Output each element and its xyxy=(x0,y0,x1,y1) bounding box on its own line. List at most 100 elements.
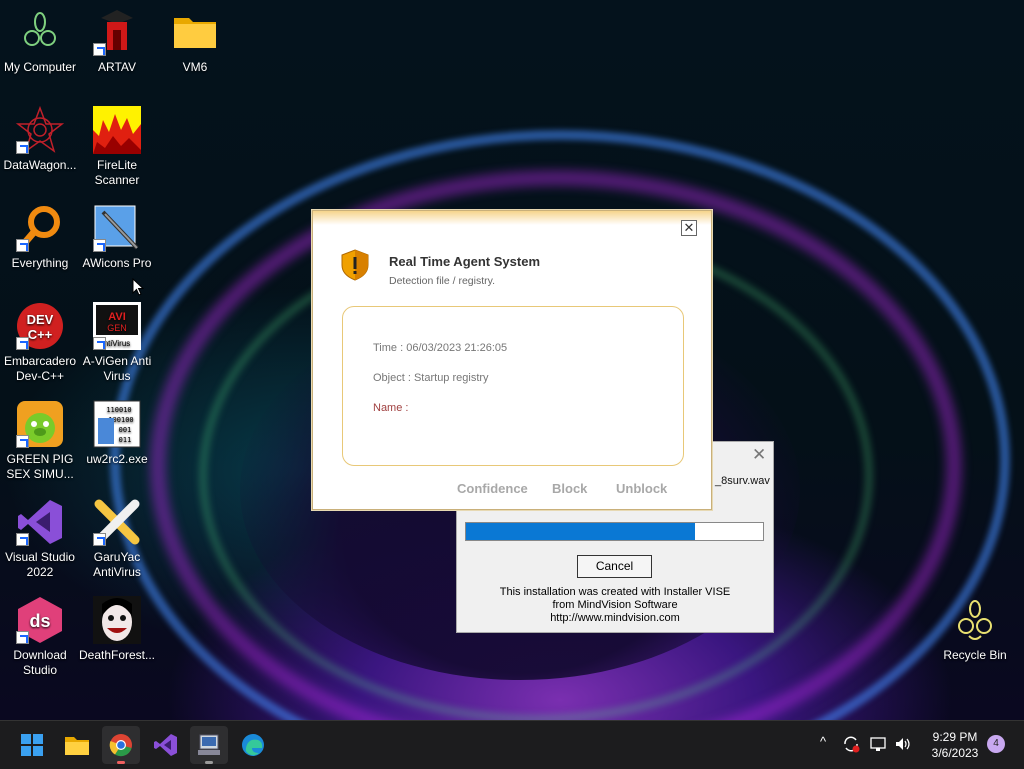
everything-icon xyxy=(16,204,64,252)
clock-time: 9:29 PM xyxy=(932,730,978,744)
installer-icon xyxy=(198,734,220,755)
devcpp-icon: DEV C++ xyxy=(16,302,64,350)
desktop-icon-deathforest[interactable]: DeathForest... xyxy=(77,588,157,663)
svg-text:001: 001 xyxy=(119,426,132,434)
dialog-subtitle: Detection file / registry. xyxy=(389,275,496,287)
file-explorer-icon xyxy=(65,737,89,755)
folder-icon xyxy=(171,8,219,56)
dialog-close-button[interactable]: ✕ xyxy=(681,220,697,236)
desktop-icon-label: GaruYac AntiVirus xyxy=(93,550,141,579)
dialog-title: Real Time Agent System xyxy=(389,254,540,269)
sync-alert-icon[interactable] xyxy=(842,735,860,753)
svg-text:ntiVirus: ntiVirus xyxy=(104,339,131,348)
desktop-icon-label: Download Studio xyxy=(13,648,67,677)
installer-info-text: This installation was created with Insta… xyxy=(457,586,773,625)
desktop-icon-my-computer[interactable]: My Computer xyxy=(0,0,80,75)
installer-info-line: from MindVision Software xyxy=(552,599,678,611)
desktop-icon-label: Embarcadero Dev-C++ xyxy=(3,354,77,383)
desktop-icon-label: DeathForest... xyxy=(78,648,156,662)
dialog-top-bar xyxy=(313,211,711,225)
desktop-icon-uw2rc2[interactable]: 110010 100100 001 011 uw2rc2.exe xyxy=(77,392,157,467)
my-computer-icon xyxy=(16,8,64,56)
desktop-icon-datawagon[interactable]: DataWagon... xyxy=(0,98,80,173)
chrome-icon xyxy=(109,734,132,757)
desktop-icon-label: GREEN PIG SEX SIMU... xyxy=(6,452,74,481)
svg-text:AVI: AVI xyxy=(108,311,126,323)
desktop-icon-visual-studio[interactable]: Visual Studio 2022 xyxy=(0,490,80,580)
mouse-cursor-icon xyxy=(132,278,144,296)
datawagon-icon xyxy=(15,105,65,154)
garuyac-icon xyxy=(93,498,141,546)
green-pig-icon xyxy=(16,400,64,448)
visual-studio-icon xyxy=(154,734,177,756)
recycle-bin-icon xyxy=(951,596,999,644)
svg-text:DEV: DEV xyxy=(27,312,54,327)
desktop-icon-label: FireLite Scanner xyxy=(94,158,140,187)
taskbar-clock[interactable]: 9:29 PM 3/6/2023 xyxy=(920,729,990,761)
awicons-icon xyxy=(93,204,141,252)
taskbar-edge[interactable] xyxy=(234,726,272,764)
notification-badge[interactable]: 4 xyxy=(987,735,1005,753)
installer-cancel-button[interactable]: Cancel xyxy=(577,555,652,578)
desktop-icon-label: uw2rc2.exe xyxy=(86,452,148,466)
desktop-icon-label: VM6 xyxy=(182,60,208,74)
desktop-icon-download-studio[interactable]: ds Download Studio xyxy=(0,588,80,678)
confidence-button[interactable]: Confidence xyxy=(457,481,528,496)
desktop-icon-label: AWicons Pro xyxy=(82,256,152,270)
desktop-icon-label: My Computer xyxy=(3,60,77,74)
taskbar-chrome[interactable] xyxy=(102,726,140,764)
start-button[interactable] xyxy=(13,726,51,764)
artav-icon xyxy=(93,8,141,56)
installer-progress-fill xyxy=(466,523,695,540)
visual-studio-icon xyxy=(16,498,64,546)
firelite-icon xyxy=(93,106,141,154)
desktop-icon-firelite[interactable]: FireLite Scanner xyxy=(77,98,157,188)
installer-close-button[interactable]: ✕ xyxy=(752,445,766,465)
svg-text:011: 011 xyxy=(119,436,132,444)
uw2rc2-icon: 110010 100100 001 011 xyxy=(93,400,141,448)
desktop-icon-label: Visual Studio 2022 xyxy=(5,550,75,579)
installer-progress-bar xyxy=(465,522,764,541)
desktop-icon-avigen[interactable]: AVI GEN ntiVirus A-ViGen Anti Virus xyxy=(77,294,157,384)
download-studio-icon: ds xyxy=(16,596,64,644)
detection-name: Name : xyxy=(373,402,409,414)
detection-object: Object : Startup registry xyxy=(373,372,489,384)
real-time-agent-dialog: ✕ Real Time Agent System Detection file … xyxy=(312,210,712,510)
avigen-icon: AVI GEN ntiVirus xyxy=(93,302,141,350)
desktop-icon-vm6[interactable]: VM6 xyxy=(155,0,235,75)
desktop-icon-recycle-bin[interactable]: Recycle Bin xyxy=(935,588,1015,663)
desktop-icon-awicons[interactable]: AWicons Pro xyxy=(77,196,157,271)
installer-filename: _8surv.wav xyxy=(715,475,770,487)
taskbar-file-explorer[interactable] xyxy=(58,726,96,764)
desktop-icon-label: A-ViGen Anti Virus xyxy=(82,354,152,383)
svg-text:C++: C++ xyxy=(28,327,53,342)
tray-overflow-chevron-icon[interactable]: ^ xyxy=(820,734,826,749)
desktop-icon-artav[interactable]: ARTAV xyxy=(77,0,157,75)
windows-logo-icon xyxy=(21,734,43,756)
desktop-icon-devcpp[interactable]: DEV C++ Embarcadero Dev-C++ xyxy=(0,294,80,384)
svg-text:ds: ds xyxy=(29,611,50,631)
desktop-icon-green-pig[interactable]: GREEN PIG SEX SIMU... xyxy=(0,392,80,482)
clock-date: 3/6/2023 xyxy=(931,746,979,760)
desktop-icon-label: DataWagon... xyxy=(3,158,77,172)
taskbar-installer[interactable] xyxy=(190,726,228,764)
taskbar: ^ 9:29 PM 3/6/2023 4 xyxy=(0,720,1024,769)
deathforest-icon xyxy=(93,596,141,644)
svg-text:GEN: GEN xyxy=(107,323,127,333)
desktop-icon-label: Everything xyxy=(11,256,69,270)
network-icon[interactable] xyxy=(869,735,887,753)
desktop-icon-label: ARTAV xyxy=(97,60,136,74)
taskbar-visual-studio[interactable] xyxy=(146,726,184,764)
svg-text:110010: 110010 xyxy=(106,406,131,414)
warning-shield-icon xyxy=(341,249,369,281)
installer-info-link[interactable]: http://www.mindvision.com xyxy=(457,612,773,625)
block-button[interactable]: Block xyxy=(552,481,587,496)
volume-icon[interactable] xyxy=(894,735,912,753)
desktop-icon-label: Recycle Bin xyxy=(943,648,1007,662)
desktop-icon-garuyac[interactable]: GaruYac AntiVirus xyxy=(77,490,157,580)
detection-time: Time : 06/03/2023 21:26:05 xyxy=(373,342,508,354)
installer-info-line: This installation was created with Insta… xyxy=(499,586,731,598)
detection-details-box: Time : 06/03/2023 21:26:05 Object : Star… xyxy=(342,306,684,466)
desktop-icon-everything[interactable]: Everything xyxy=(0,196,80,271)
unblock-button[interactable]: Unblock xyxy=(616,481,667,496)
